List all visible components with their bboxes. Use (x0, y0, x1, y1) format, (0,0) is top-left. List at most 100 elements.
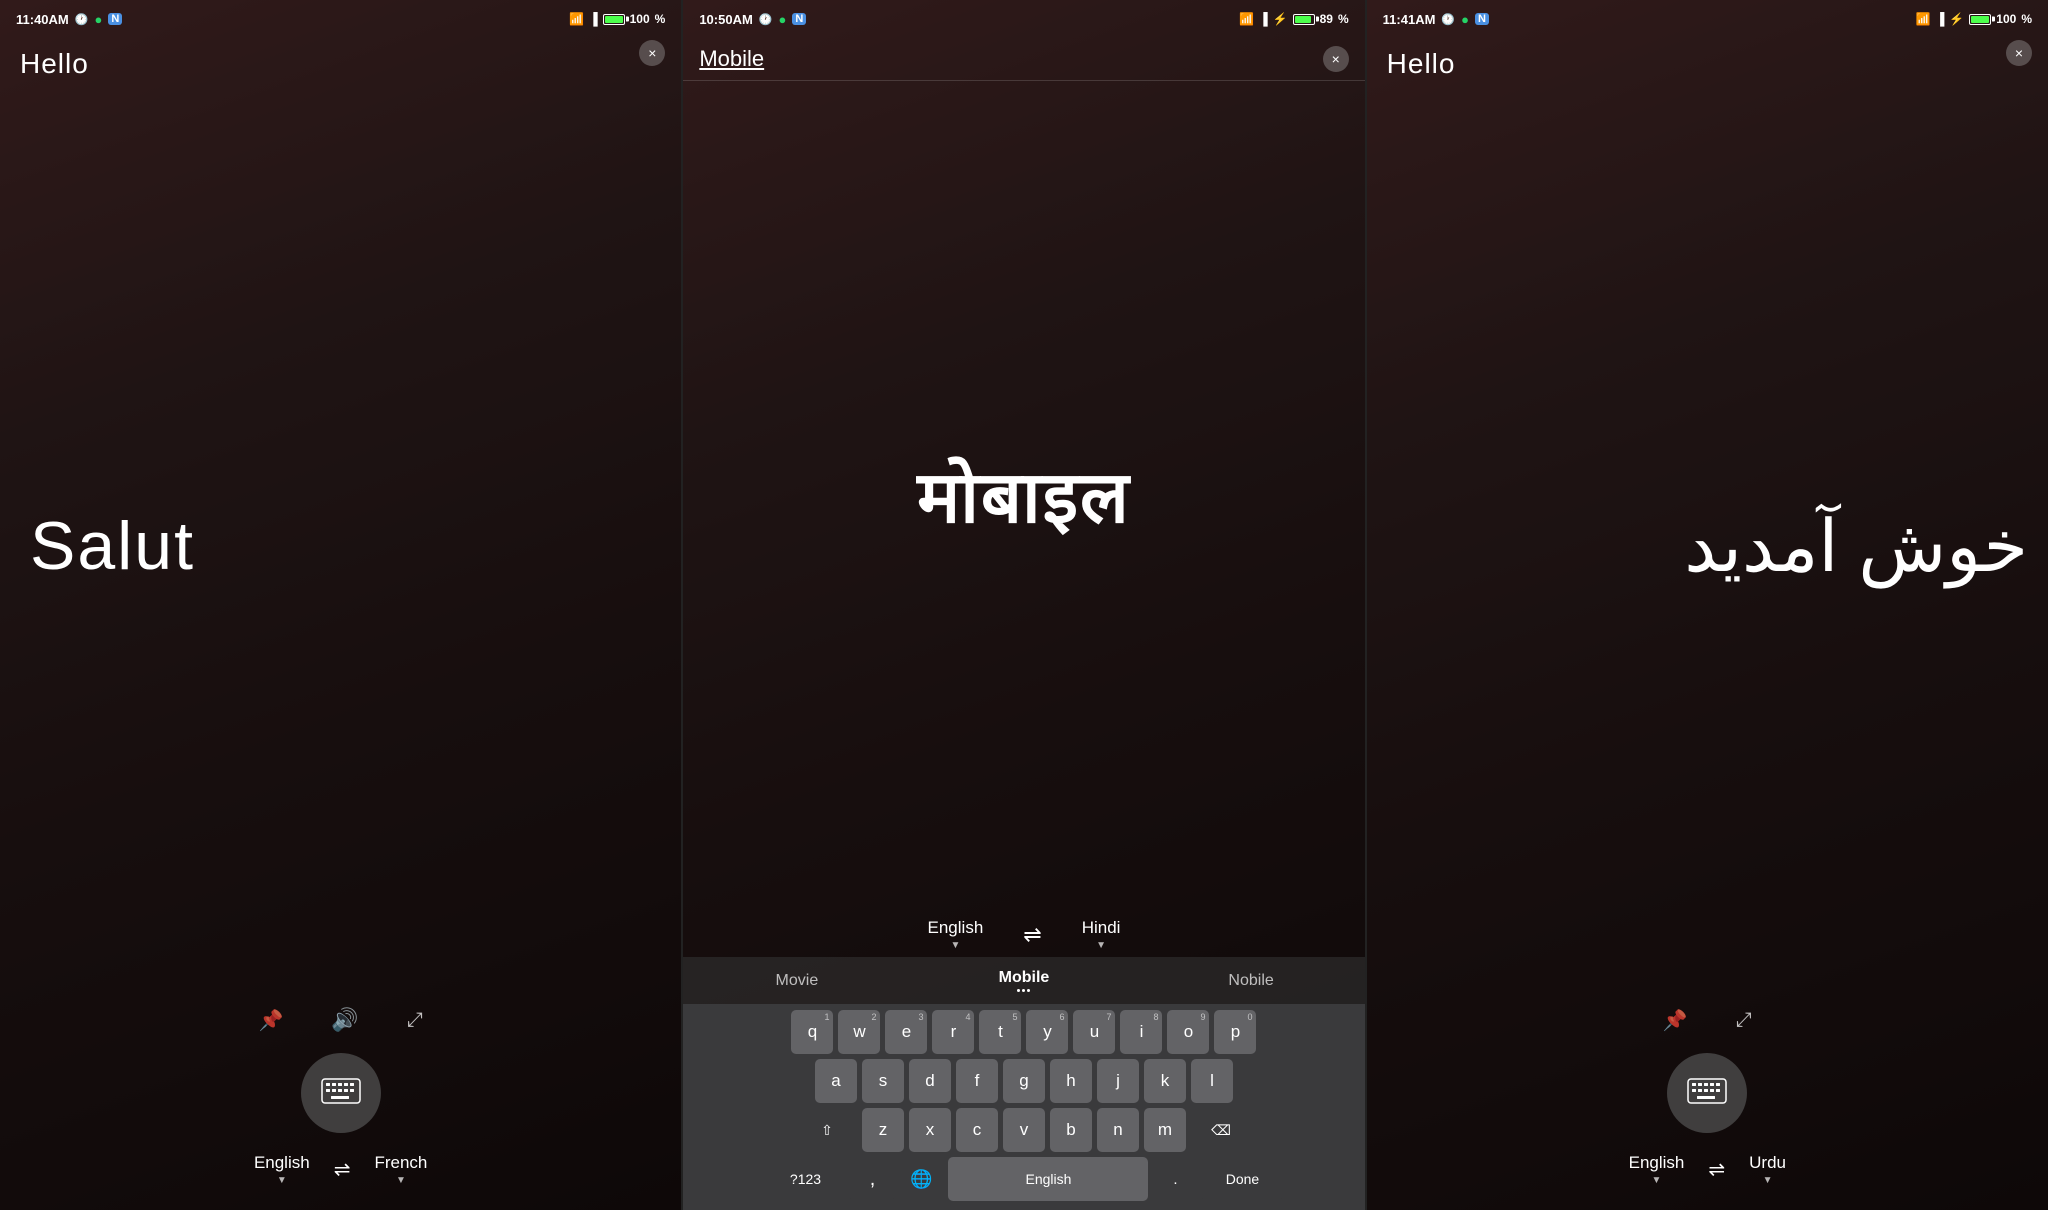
suggestion-nobile[interactable]: Nobile (1138, 968, 1365, 994)
key-f[interactable]: f (956, 1059, 998, 1103)
mid-input-bar[interactable]: Mobile × (683, 38, 1364, 81)
right-status-right: 📶 ▐ ⚡ 100% (1916, 12, 2032, 26)
volume-icon[interactable]: 🔊 (331, 1007, 358, 1033)
key-s[interactable]: s (862, 1059, 904, 1103)
mid-translation-text: मोबाइल (917, 446, 1131, 544)
left-bottom-controls: 📌 🔊 ⤢ (0, 1007, 681, 1210)
left-content: Hello Salut (0, 38, 681, 1007)
mid-lang-to-label: Hindi (1082, 918, 1121, 938)
pin-icon[interactable]: 📌 (259, 1008, 284, 1033)
key-l[interactable]: l (1191, 1059, 1233, 1103)
mid-alarm-icon: 🕐 (759, 13, 773, 26)
key-period[interactable]: . (1153, 1157, 1197, 1201)
right-alarm-icon: 🕐 (1441, 13, 1455, 26)
left-swap-icon[interactable]: ⇌ (334, 1157, 351, 1182)
mid-content: मोबाइल English ▼ ⇌ Hindi ▼ Movie Mobile (683, 81, 1364, 1210)
key-w[interactable]: 2w (838, 1010, 880, 1054)
mid-wifi-icon: 📶 (1239, 12, 1254, 26)
right-action-icons: 📌 ⤢ (1663, 1008, 1752, 1033)
mid-lang-from[interactable]: English ▼ (928, 918, 984, 951)
right-keyboard-icon (1687, 1078, 1727, 1109)
left-time: 11:40AM (16, 12, 69, 27)
mid-lang-bar: English ▼ ⇌ Hindi ▼ (683, 908, 1364, 957)
left-lang-bar: English ▼ ⇌ French ▼ (0, 1153, 681, 1186)
key-o[interactable]: 9o (1167, 1010, 1209, 1054)
right-lang-to[interactable]: Urdu ▼ (1749, 1153, 1786, 1186)
suggestion-mobile[interactable]: Mobile (910, 965, 1137, 996)
n-icon: N (108, 13, 122, 25)
mid-battery-pct: 89 (1320, 12, 1333, 26)
key-y[interactable]: 6y (1026, 1010, 1068, 1054)
key-num[interactable]: ?123 (765, 1157, 845, 1201)
right-content: Hello خوش آمدید (1367, 38, 2048, 1008)
signal-icon: ▐ (589, 12, 598, 26)
left-lang-from[interactable]: English ▼ (254, 1153, 310, 1186)
right-lang-from[interactable]: English ▼ (1629, 1153, 1685, 1186)
kb-row-2: a s d f g h j k l (687, 1059, 1360, 1103)
left-action-icons: 📌 🔊 ⤢ (259, 1007, 423, 1033)
right-time: 11:41AM (1383, 12, 1436, 27)
key-h[interactable]: h (1050, 1059, 1092, 1103)
mid-input-word[interactable]: Mobile (699, 46, 1322, 72)
key-r[interactable]: 4r (932, 1010, 974, 1054)
right-status-bar: 11:41AM 🕐 ● N 📶 ▐ ⚡ 100% (1367, 0, 2048, 38)
key-k[interactable]: k (1144, 1059, 1186, 1103)
key-v[interactable]: v (1003, 1108, 1045, 1152)
key-backspace[interactable]: ⌫ (1191, 1108, 1251, 1152)
mid-translation-area: मोबाइल (683, 81, 1364, 908)
key-q[interactable]: 1q (791, 1010, 833, 1054)
key-a[interactable]: a (815, 1059, 857, 1103)
key-shift[interactable]: ⇧ (797, 1108, 857, 1152)
left-keyboard-button[interactable] (301, 1053, 381, 1133)
key-n[interactable]: n (1097, 1108, 1139, 1152)
suggestion-movie[interactable]: Movie (683, 968, 910, 994)
right-expand-icon[interactable]: ⤢ (1736, 1009, 1752, 1032)
key-done[interactable]: Done (1202, 1157, 1282, 1201)
keyboard: 1q 2w 3e 4r 5t 6y 7u 8i 9o 0p a s d f g … (683, 1004, 1364, 1210)
key-globe[interactable]: 🌐 (899, 1157, 943, 1201)
right-swap-icon[interactable]: ⇌ (1708, 1157, 1725, 1182)
left-translation-area: Salut (20, 84, 661, 1007)
key-z[interactable]: z (862, 1108, 904, 1152)
left-lang-to[interactable]: French ▼ (374, 1153, 427, 1186)
key-b[interactable]: b (1050, 1108, 1092, 1152)
right-keyboard-button[interactable] (1667, 1053, 1747, 1133)
right-lang-to-arrow: ▼ (1763, 1175, 1773, 1186)
mid-bolt-icon: ⚡ (1273, 12, 1288, 26)
key-p[interactable]: 0p (1214, 1010, 1256, 1054)
mid-lang-from-arrow: ▼ (950, 940, 960, 951)
key-comma[interactable]: , (850, 1157, 894, 1201)
right-input-word[interactable]: Hello (1387, 48, 2028, 80)
key-g[interactable]: g (1003, 1059, 1045, 1103)
left-lang-to-label: French (374, 1153, 427, 1173)
key-u[interactable]: 7u (1073, 1010, 1115, 1054)
wifi-icon: 📶 (569, 12, 584, 26)
mid-swap-icon[interactable]: ⇌ (1023, 922, 1041, 948)
battery-icon (603, 14, 625, 25)
left-input-word[interactable]: Hello (20, 48, 661, 80)
left-translation-text: Salut (30, 507, 195, 585)
right-close-button[interactable]: × (2006, 40, 2032, 66)
key-t[interactable]: 5t (979, 1010, 1021, 1054)
key-c[interactable]: c (956, 1108, 998, 1152)
right-translation-text: خوش آمدید (1397, 504, 2028, 588)
key-e[interactable]: 3e (885, 1010, 927, 1054)
key-d[interactable]: d (909, 1059, 951, 1103)
key-x[interactable]: x (909, 1108, 951, 1152)
mid-whatsapp-icon: ● (779, 12, 787, 27)
whatsapp-icon: ● (94, 12, 102, 27)
expand-icon[interactable]: ⤢ (407, 1009, 423, 1032)
left-panel: 11:40AM 🕐 ● N 📶 ▐ 100% × Hello Salut 📌 🔊 (0, 0, 681, 1210)
right-n-icon: N (1475, 13, 1489, 25)
right-panel: 11:41AM 🕐 ● N 📶 ▐ ⚡ 100% × Hello خوش آمد… (1367, 0, 2048, 1210)
mid-lang-to[interactable]: Hindi ▼ (1082, 918, 1121, 951)
key-j[interactable]: j (1097, 1059, 1139, 1103)
right-pin-icon[interactable]: 📌 (1663, 1008, 1688, 1033)
right-translation-area: خوش آمدید (1387, 84, 2028, 1008)
key-i[interactable]: 8i (1120, 1010, 1162, 1054)
mid-close-button[interactable]: × (1323, 46, 1349, 72)
key-m[interactable]: m (1144, 1108, 1186, 1152)
left-lang-to-arrow: ▼ (396, 1175, 406, 1186)
key-spacebar[interactable]: English (948, 1157, 1148, 1201)
alarm-icon: 🕐 (75, 13, 89, 26)
